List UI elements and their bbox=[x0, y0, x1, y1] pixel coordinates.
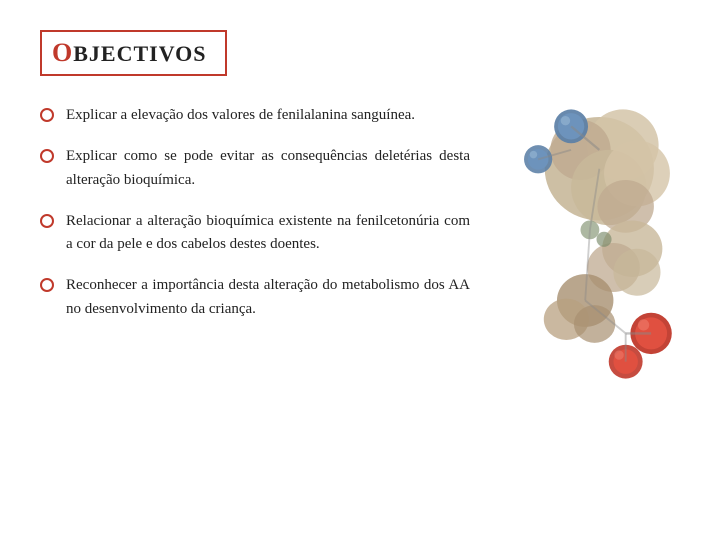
bullet-icon bbox=[40, 278, 54, 292]
bullet-icon bbox=[40, 214, 54, 228]
bullet-icon bbox=[40, 108, 54, 122]
bullets-area: Explicar a elevação dos valores de fenil… bbox=[40, 104, 480, 404]
list-item: Relacionar a alteração bioquímica existe… bbox=[40, 210, 470, 257]
bullet-icon bbox=[40, 149, 54, 163]
list-item: Explicar como se pode evitar as consequê… bbox=[40, 145, 470, 192]
bullet-text: Explicar a elevação dos valores de fenil… bbox=[66, 104, 415, 127]
page: OBJECTIVOS Explicar a elevação dos valor… bbox=[0, 0, 720, 540]
list-item: Explicar a elevação dos valores de fenil… bbox=[40, 104, 470, 127]
bullet-text: Reconhecer a importância desta alteração… bbox=[66, 274, 470, 321]
title-rest: BJECTIVOS bbox=[73, 41, 206, 66]
bullet-text: Relacionar a alteração bioquímica existe… bbox=[66, 210, 470, 257]
content-area: Explicar a elevação dos valores de fenil… bbox=[40, 104, 680, 404]
molecule-image bbox=[480, 84, 680, 404]
page-title: OBJECTIVOS bbox=[52, 41, 207, 66]
title-box: OBJECTIVOS bbox=[40, 30, 227, 76]
title-first-letter: O bbox=[52, 38, 73, 67]
list-item: Reconhecer a importância desta alteração… bbox=[40, 274, 470, 321]
bullet-text: Explicar como se pode evitar as consequê… bbox=[66, 145, 470, 192]
